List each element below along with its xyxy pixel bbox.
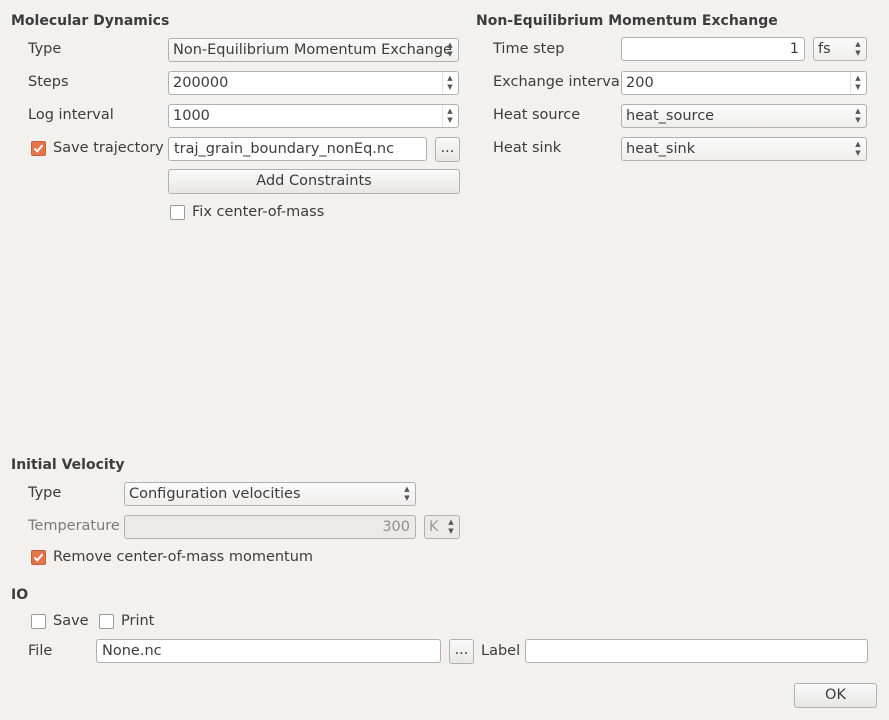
fix-com-label[interactable]: Fix center-of-mass <box>192 204 324 220</box>
checkmark-icon <box>33 144 44 153</box>
save-trajectory-label[interactable]: Save trajectory <box>53 140 164 156</box>
io-file-browse-button[interactable]: ... <box>449 639 474 664</box>
combo-arrows-icon: ▲ ▼ <box>404 485 410 502</box>
combo-arrows-icon: ▲ ▼ <box>448 518 454 535</box>
io-label-input[interactable] <box>525 639 868 663</box>
io-file-input[interactable]: None.nc <box>96 639 441 663</box>
checkmark-icon <box>33 553 44 562</box>
exchange-interval-label: Exchange interval <box>493 74 624 90</box>
heat-sink-label: Heat sink <box>493 140 562 156</box>
combo-arrows-icon: ▲ ▼ <box>855 140 861 157</box>
io-save-label[interactable]: Save <box>53 613 89 629</box>
io-save-checkbox[interactable] <box>31 614 46 629</box>
md-log-value: 1000 <box>173 108 210 124</box>
io-file-value: None.nc <box>102 643 162 659</box>
combo-arrows-icon: ▲ ▼ <box>855 107 861 124</box>
temperature-label: Temperature <box>28 518 120 534</box>
heat-sink-select[interactable]: heat_sink ▲ ▼ <box>621 137 867 161</box>
ok-button[interactable]: OK <box>794 683 877 708</box>
temperature-value: 300 <box>382 519 410 535</box>
trajectory-file-input[interactable]: traj_grain_boundary_nonEq.nc <box>168 137 427 161</box>
timestep-value: 1 <box>789 41 799 57</box>
fix-com-checkbox[interactable] <box>170 205 185 220</box>
timestep-label: Time step <box>493 41 565 57</box>
iv-type-label: Type <box>28 485 62 501</box>
md-log-label: Log interval <box>28 107 114 123</box>
md-steps-label: Steps <box>28 74 69 90</box>
heat-source-select[interactable]: heat_source ▲ ▼ <box>621 104 867 128</box>
heat-source-label: Heat source <box>493 107 581 123</box>
iv-section-title: Initial Velocity <box>11 457 125 473</box>
md-steps-spinbox[interactable]: 200000 ▲ ▼ <box>168 71 459 95</box>
md-log-spinbox[interactable]: 1000 ▲ ▼ <box>168 104 459 128</box>
timestep-unit-select[interactable]: fs ▲ ▼ <box>813 37 867 61</box>
temperature-unit-value: K <box>429 519 439 535</box>
io-print-label[interactable]: Print <box>121 613 154 629</box>
md-type-label: Type <box>28 41 62 57</box>
timestep-input[interactable]: 1 <box>621 37 805 61</box>
combo-arrows-icon: ▲ ▼ <box>447 41 453 58</box>
spin-arrows-icon[interactable]: ▲ ▼ <box>854 74 862 92</box>
heat-source-value: heat_source <box>626 108 715 124</box>
trajectory-browse-button[interactable]: ... <box>435 137 460 162</box>
timestep-unit-value: fs <box>818 41 831 57</box>
spin-arrows-icon[interactable]: ▲ ▼ <box>446 74 454 92</box>
iv-type-value: Configuration velocities <box>129 486 301 502</box>
io-label-label: Label <box>481 643 521 659</box>
temperature-unit-select[interactable]: K ▲ ▼ <box>424 515 460 539</box>
exchange-interval-spinbox[interactable]: 200 ▲ ▼ <box>621 71 867 95</box>
combo-arrows-icon: ▲ ▼ <box>855 40 861 57</box>
neme-section-title: Non-Equilibrium Momentum Exchange <box>476 13 778 29</box>
add-constraints-button[interactable]: Add Constraints <box>168 169 460 194</box>
md-type-value: Non-Equilibrium Momentum Exchange <box>173 42 452 58</box>
md-section-title: Molecular Dynamics <box>11 13 170 29</box>
io-section-title: IO <box>11 587 29 603</box>
trajectory-file-value: traj_grain_boundary_nonEq.nc <box>174 141 395 157</box>
remove-com-label[interactable]: Remove center-of-mass momentum <box>53 549 313 565</box>
remove-com-checkbox[interactable] <box>31 550 46 565</box>
io-print-checkbox[interactable] <box>99 614 114 629</box>
exchange-interval-value: 200 <box>626 75 654 91</box>
iv-type-select[interactable]: Configuration velocities ▲ ▼ <box>124 482 416 506</box>
md-type-select[interactable]: Non-Equilibrium Momentum Exchange ▲ ▼ <box>168 38 459 62</box>
io-file-label: File <box>28 643 53 659</box>
heat-sink-value: heat_sink <box>626 141 696 157</box>
temperature-input[interactable]: 300 <box>124 515 416 539</box>
save-trajectory-checkbox[interactable] <box>31 141 46 156</box>
md-steps-value: 200000 <box>173 75 229 91</box>
spin-arrows-icon[interactable]: ▲ ▼ <box>446 107 454 125</box>
